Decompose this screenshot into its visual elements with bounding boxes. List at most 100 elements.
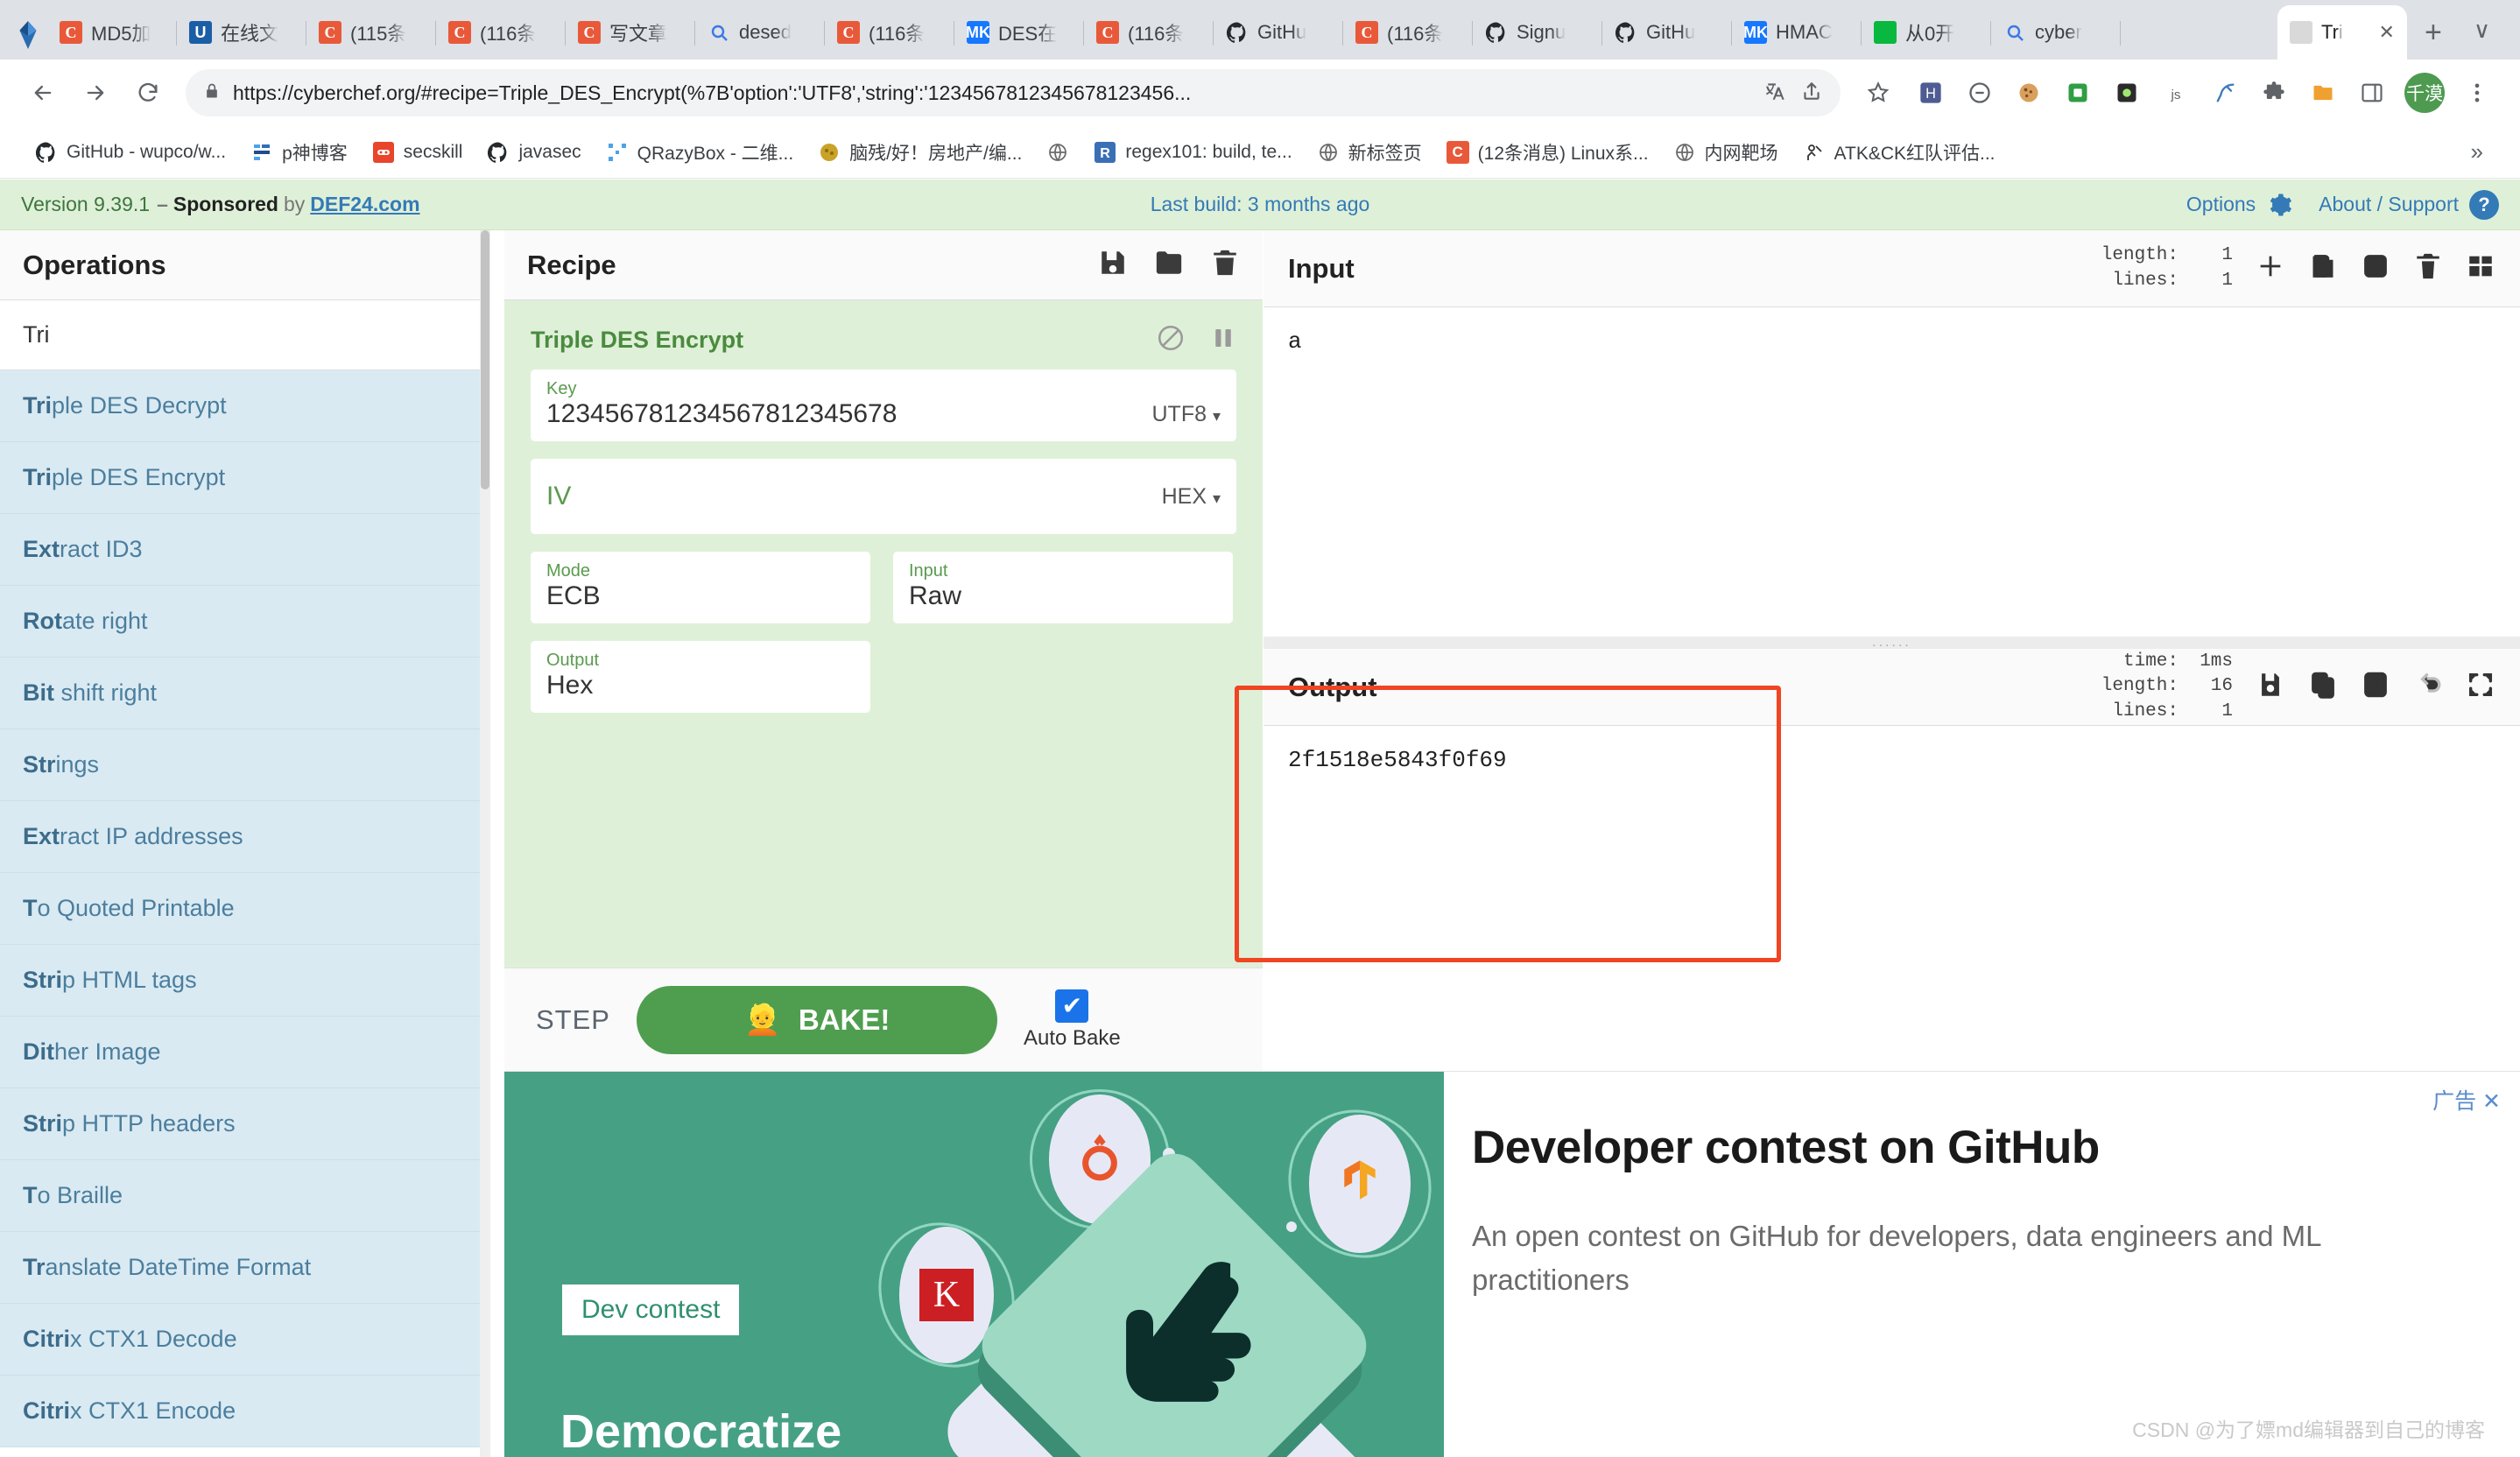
operation-item-14[interactable]: Citrix CTX1 Encode [0, 1376, 489, 1447]
gear-icon[interactable] [2266, 192, 2292, 218]
tab-0[interactable]: C MD5加 [47, 5, 177, 60]
io-splitter[interactable]: ...... [1264, 636, 2520, 650]
bookmark-2[interactable]: secskill [360, 132, 475, 172]
bookmark-4[interactable]: QRazyBox - 二维... [594, 132, 806, 172]
close-tab-icon[interactable]: ✕ [2374, 21, 2395, 44]
ingredient-key[interactable]: Key 123456781234567812345678 UTF8 ▾ [531, 370, 1236, 441]
recipe-operation-card[interactable]: Triple DES Encrypt Key 12345678123456781… [504, 300, 1263, 713]
tab-6[interactable]: C (116条 [825, 5, 954, 60]
tab-8[interactable]: C (116条 [1084, 5, 1214, 60]
tab-1[interactable]: U 在线文 [177, 5, 306, 60]
address-bar[interactable]: https://cyberchef.org/#recipe=Triple_DES… [186, 69, 1841, 116]
output-textarea[interactable]: 2f1518e5843f0f69 [1264, 726, 2520, 794]
tab-15[interactable]: cyber [1991, 5, 2121, 60]
bookmark-9[interactable]: C (12条消息) Linux系... [1434, 132, 1661, 172]
tab-active-triple-des[interactable]: Tri ✕ [2277, 5, 2407, 60]
operation-item-9[interactable]: Dither Image [0, 1017, 489, 1088]
bookmark-10[interactable]: 内网靶场 [1661, 132, 1791, 172]
operation-item-13[interactable]: Citrix CTX1 Decode [0, 1304, 489, 1376]
add-input-tab-icon[interactable] [2256, 251, 2285, 285]
operations-scrollbar[interactable] [480, 230, 490, 1457]
iv-input[interactable]: IV [546, 482, 1144, 511]
bookmark-7[interactable]: Rregex101: build, te... [1081, 132, 1304, 172]
reload-icon[interactable] [124, 69, 172, 116]
disable-operation-icon[interactable] [1156, 323, 1186, 357]
about-support-button[interactable]: About / Support [2319, 193, 2459, 216]
tab-9[interactable]: GitHu [1214, 5, 1343, 60]
forward-icon[interactable] [72, 69, 119, 116]
operations-search-input[interactable]: Tri [0, 300, 489, 370]
tab-10[interactable]: C (116条 [1343, 5, 1473, 60]
undo-icon[interactable] [2413, 670, 2443, 704]
extension-h-icon[interactable]: H [1907, 69, 1954, 116]
extension-puzzle-icon[interactable] [2250, 69, 2298, 116]
chrome-menu-icon[interactable] [2453, 69, 2501, 116]
open-as-input-icon[interactable] [2361, 251, 2390, 285]
operation-item-11[interactable]: To Braille [0, 1160, 489, 1232]
tab-4[interactable]: C 写文章 [566, 5, 695, 60]
operation-item-10[interactable]: Strip HTTP headers [0, 1088, 489, 1160]
extension-folder-orange-icon[interactable] [2299, 69, 2347, 116]
tab-5[interactable]: desed [695, 5, 825, 60]
replace-input-with-output-icon[interactable] [2361, 670, 2390, 704]
translate-icon[interactable] [1765, 80, 1788, 107]
operation-item-5[interactable]: Strings [0, 729, 489, 801]
tab-search-chevron-down-icon[interactable]: ∨ [2460, 17, 2504, 44]
breakpoint-pause-icon[interactable] [1210, 323, 1236, 357]
bookmark-star-icon[interactable] [1855, 69, 1902, 116]
tab-12[interactable]: GitHu [1602, 5, 1732, 60]
bookmark-1[interactable]: p神博客 [238, 132, 360, 172]
extension-cookie-icon[interactable] [2005, 69, 2052, 116]
profile-avatar[interactable]: 千漠 [2404, 73, 2445, 113]
advertisement-banner[interactable]: K Dev contest Democratize Developer cont… [504, 1071, 2520, 1457]
mode-value[interactable]: ECB [546, 581, 855, 611]
input-format-value[interactable]: Raw [909, 581, 1217, 611]
tab-layout-icon[interactable] [2466, 251, 2495, 285]
maximise-output-icon[interactable] [2466, 670, 2495, 704]
bookmark-8[interactable]: 新标签页 [1305, 132, 1434, 172]
key-input[interactable]: 123456781234567812345678 [546, 399, 1135, 429]
save-recipe-icon[interactable] [1098, 248, 1128, 282]
auto-bake-checkbox[interactable]: ✔ [1055, 989, 1089, 1023]
bookmark-5[interactable]: 脑残/好！房地产/编... [806, 132, 1034, 172]
bake-button[interactable]: 👱 BAKE! [636, 985, 997, 1054]
tab-14[interactable]: 从0开 [1862, 5, 1991, 60]
back-icon[interactable] [19, 69, 67, 116]
side-panel-icon[interactable] [2348, 69, 2396, 116]
iv-format-select[interactable]: HEX ▾ [1144, 484, 1221, 511]
ingredient-output-format[interactable]: Output Hex [531, 641, 870, 713]
clear-input-trash-icon[interactable] [2413, 251, 2443, 285]
operation-item-1[interactable]: Triple DES Encrypt [0, 442, 489, 514]
bookmark-0[interactable]: GitHub - wupco/w... [23, 132, 238, 172]
operation-item-8[interactable]: Strip HTML tags [0, 945, 489, 1017]
help-icon[interactable]: ? [2469, 189, 2499, 220]
key-format-select[interactable]: UTF8 ▾ [1135, 402, 1221, 429]
ingredient-mode[interactable]: Mode ECB [531, 552, 870, 623]
bookmark-11[interactable]: ATK&CK红队评估... [1791, 132, 2008, 172]
new-tab-button[interactable]: + [2407, 5, 2460, 60]
bookmarks-overflow-icon[interactable]: » [2471, 138, 2497, 165]
options-button[interactable]: Options [2186, 193, 2256, 216]
tab-2[interactable]: C (115条 [306, 5, 436, 60]
operation-item-2[interactable]: Extract ID3 [0, 514, 489, 586]
extension-green-icon[interactable] [2054, 69, 2101, 116]
extension-dark-icon[interactable] [2103, 69, 2150, 116]
close-icon[interactable]: ✕ [2482, 1089, 2501, 1114]
operation-item-12[interactable]: Translate DateTime Format [0, 1232, 489, 1304]
extension-minus-icon[interactable] [1956, 69, 2003, 116]
clear-recipe-trash-icon[interactable] [1210, 248, 1240, 282]
bookmark-6[interactable] [1034, 132, 1081, 172]
operation-item-6[interactable]: Extract IP addresses [0, 801, 489, 873]
load-recipe-folder-icon[interactable] [1154, 248, 1184, 282]
copy-output-icon[interactable] [2308, 670, 2338, 704]
tab-13[interactable]: MK HMAC [1732, 5, 1862, 60]
share-icon[interactable] [1800, 80, 1823, 107]
operation-item-7[interactable]: To Quoted Printable [0, 873, 489, 945]
operations-scrollbar-thumb[interactable] [481, 230, 489, 489]
open-folder-icon[interactable] [2308, 251, 2338, 285]
step-button[interactable]: STEP [536, 1004, 610, 1036]
save-output-icon[interactable] [2256, 670, 2285, 704]
tab-11[interactable]: Signu [1473, 5, 1602, 60]
bookmark-3[interactable]: javasec [475, 132, 593, 172]
ingredient-iv[interactable]: IV HEX ▾ [531, 459, 1236, 534]
